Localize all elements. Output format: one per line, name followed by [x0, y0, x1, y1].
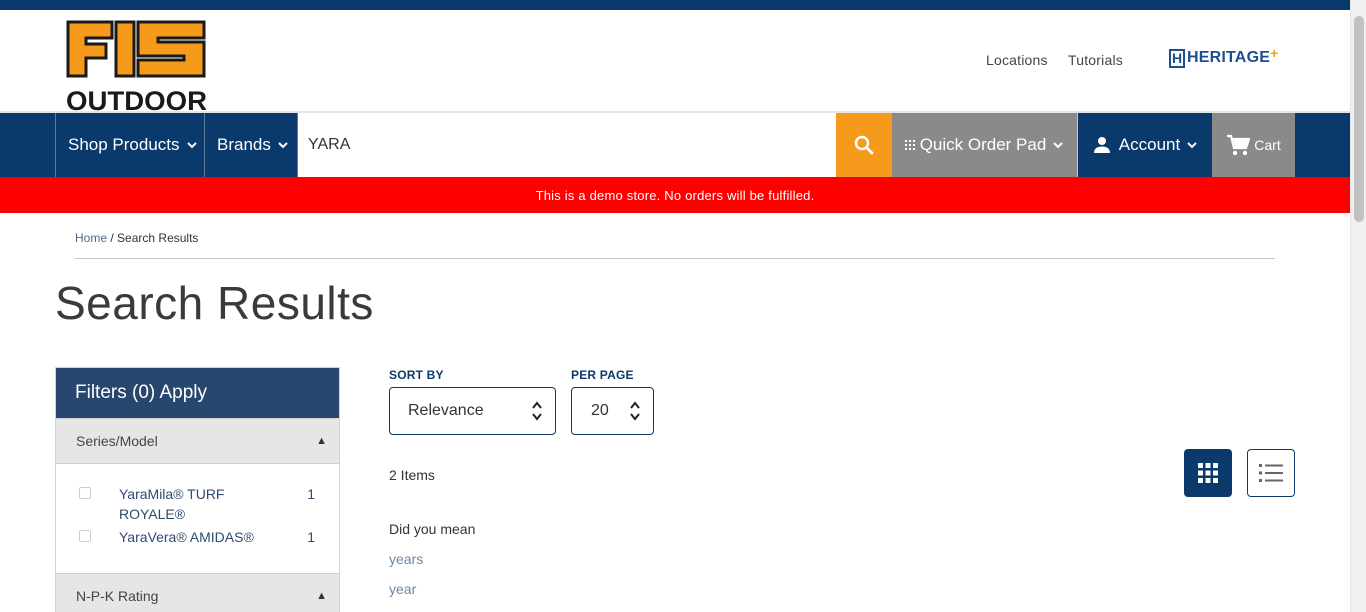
filter-checkbox[interactable] [79, 530, 91, 542]
page-title: Search Results [55, 277, 374, 329]
list-view-button[interactable] [1247, 449, 1295, 497]
filter-option[interactable]: YaraVera® AMIDAS® 1 [79, 527, 315, 547]
grid-icon [1198, 463, 1218, 483]
breadcrumb: Home / Search Results [75, 231, 198, 245]
grid-view-button[interactable] [1184, 449, 1232, 497]
search-button[interactable] [836, 113, 892, 177]
filter-option[interactable]: YaraMila® TURF ROYALE® 1 [79, 484, 315, 524]
filter-option-label: YaraMila® TURF ROYALE® [119, 486, 225, 522]
list-icon [1259, 464, 1283, 482]
filter-options-series-model: YaraMila® TURF ROYALE® 1 YaraVera® AMIDA… [56, 464, 339, 573]
main-navbar: Shop Products Brands Quick Order Pad Acc… [0, 113, 1350, 177]
filter-option-count: 1 [307, 529, 315, 545]
shop-products-label: Shop Products [68, 135, 180, 154]
breadcrumb-current: Search Results [117, 231, 199, 245]
quick-order-pad-button[interactable]: Quick Order Pad [892, 113, 1078, 177]
shop-products-menu[interactable]: Shop Products [55, 113, 205, 177]
logo-text: OUTDOOR [66, 86, 207, 112]
collapse-triangle-icon: ▲ [316, 590, 327, 602]
header-link-tutorials[interactable]: Tutorials [1068, 52, 1123, 68]
site-header: OUTDOOR Locations Tutorials H HERITAGE + [0, 10, 1350, 113]
chevron-down-icon [1053, 142, 1064, 149]
brands-label: Brands [217, 135, 271, 154]
cart-label: Cart [1254, 137, 1281, 153]
per-page-select[interactable]: 20 [571, 387, 654, 435]
results-count: 2 Items [389, 467, 435, 483]
brands-menu[interactable]: Brands [205, 113, 298, 177]
filter-option-count: 1 [307, 486, 315, 502]
filter-section-npk-rating[interactable]: N-P-K Rating ▲ [56, 573, 339, 612]
per-page-value: 20 [591, 402, 609, 419]
per-page-label: PER PAGE [571, 368, 634, 382]
collapse-triangle-icon: ▲ [316, 435, 327, 447]
chevron-down-icon [278, 142, 288, 149]
account-label: Account [1118, 135, 1181, 154]
filter-option-label: YaraVera® AMIDAS® [119, 529, 254, 545]
filters-apply-header[interactable]: Filters (0) Apply [56, 368, 339, 418]
chevron-down-icon [186, 142, 197, 149]
scrollbar-thumb[interactable] [1354, 16, 1364, 222]
select-arrows-icon [531, 400, 543, 424]
keypad-icon [904, 140, 915, 150]
page-scrollbar[interactable] [1350, 0, 1366, 612]
search-input[interactable] [298, 113, 836, 177]
filter-section-series-model[interactable]: Series/Model ▲ [56, 418, 339, 464]
sort-by-label: SORT BY [389, 368, 444, 382]
suggestion-link[interactable]: years [389, 551, 423, 567]
filter-section-title: N-P-K Rating [76, 588, 159, 604]
heritage-mark-icon: H [1169, 48, 1185, 68]
breadcrumb-separator: / [110, 231, 114, 245]
user-icon [1093, 137, 1110, 153]
quick-order-pad-label: Quick Order Pad [919, 135, 1047, 154]
demo-store-banner: This is a demo store. No orders will be … [0, 177, 1350, 213]
sort-by-value: Relevance [408, 402, 484, 419]
select-arrows-icon [629, 400, 641, 424]
suggestion-link[interactable]: year [389, 581, 416, 597]
cart-button[interactable]: Cart [1212, 113, 1295, 177]
search-icon [854, 135, 874, 155]
breadcrumb-home-link[interactable]: Home [75, 231, 107, 245]
sort-by-select[interactable]: Relevance [389, 387, 556, 435]
heritage-logo-text: HERITAGE [1187, 49, 1271, 66]
filter-checkbox[interactable] [79, 487, 91, 499]
header-link-locations[interactable]: Locations [986, 52, 1048, 68]
filter-section-title: Series/Model [76, 433, 158, 449]
top-accent-strip [0, 0, 1350, 10]
account-menu[interactable]: Account [1079, 113, 1212, 177]
filters-panel: Filters (0) Apply Series/Model ▲ YaraMil… [55, 367, 340, 612]
heritage-logo[interactable]: H HERITAGE + [1169, 45, 1279, 69]
chevron-down-icon [1187, 142, 1197, 149]
cart-icon [1227, 134, 1251, 156]
breadcrumb-divider [75, 258, 1275, 259]
fis-outdoor-logo[interactable]: OUTDOOR [66, 20, 208, 112]
did-you-mean-label: Did you mean [389, 521, 476, 537]
heritage-plus-icon: + [1270, 45, 1279, 61]
